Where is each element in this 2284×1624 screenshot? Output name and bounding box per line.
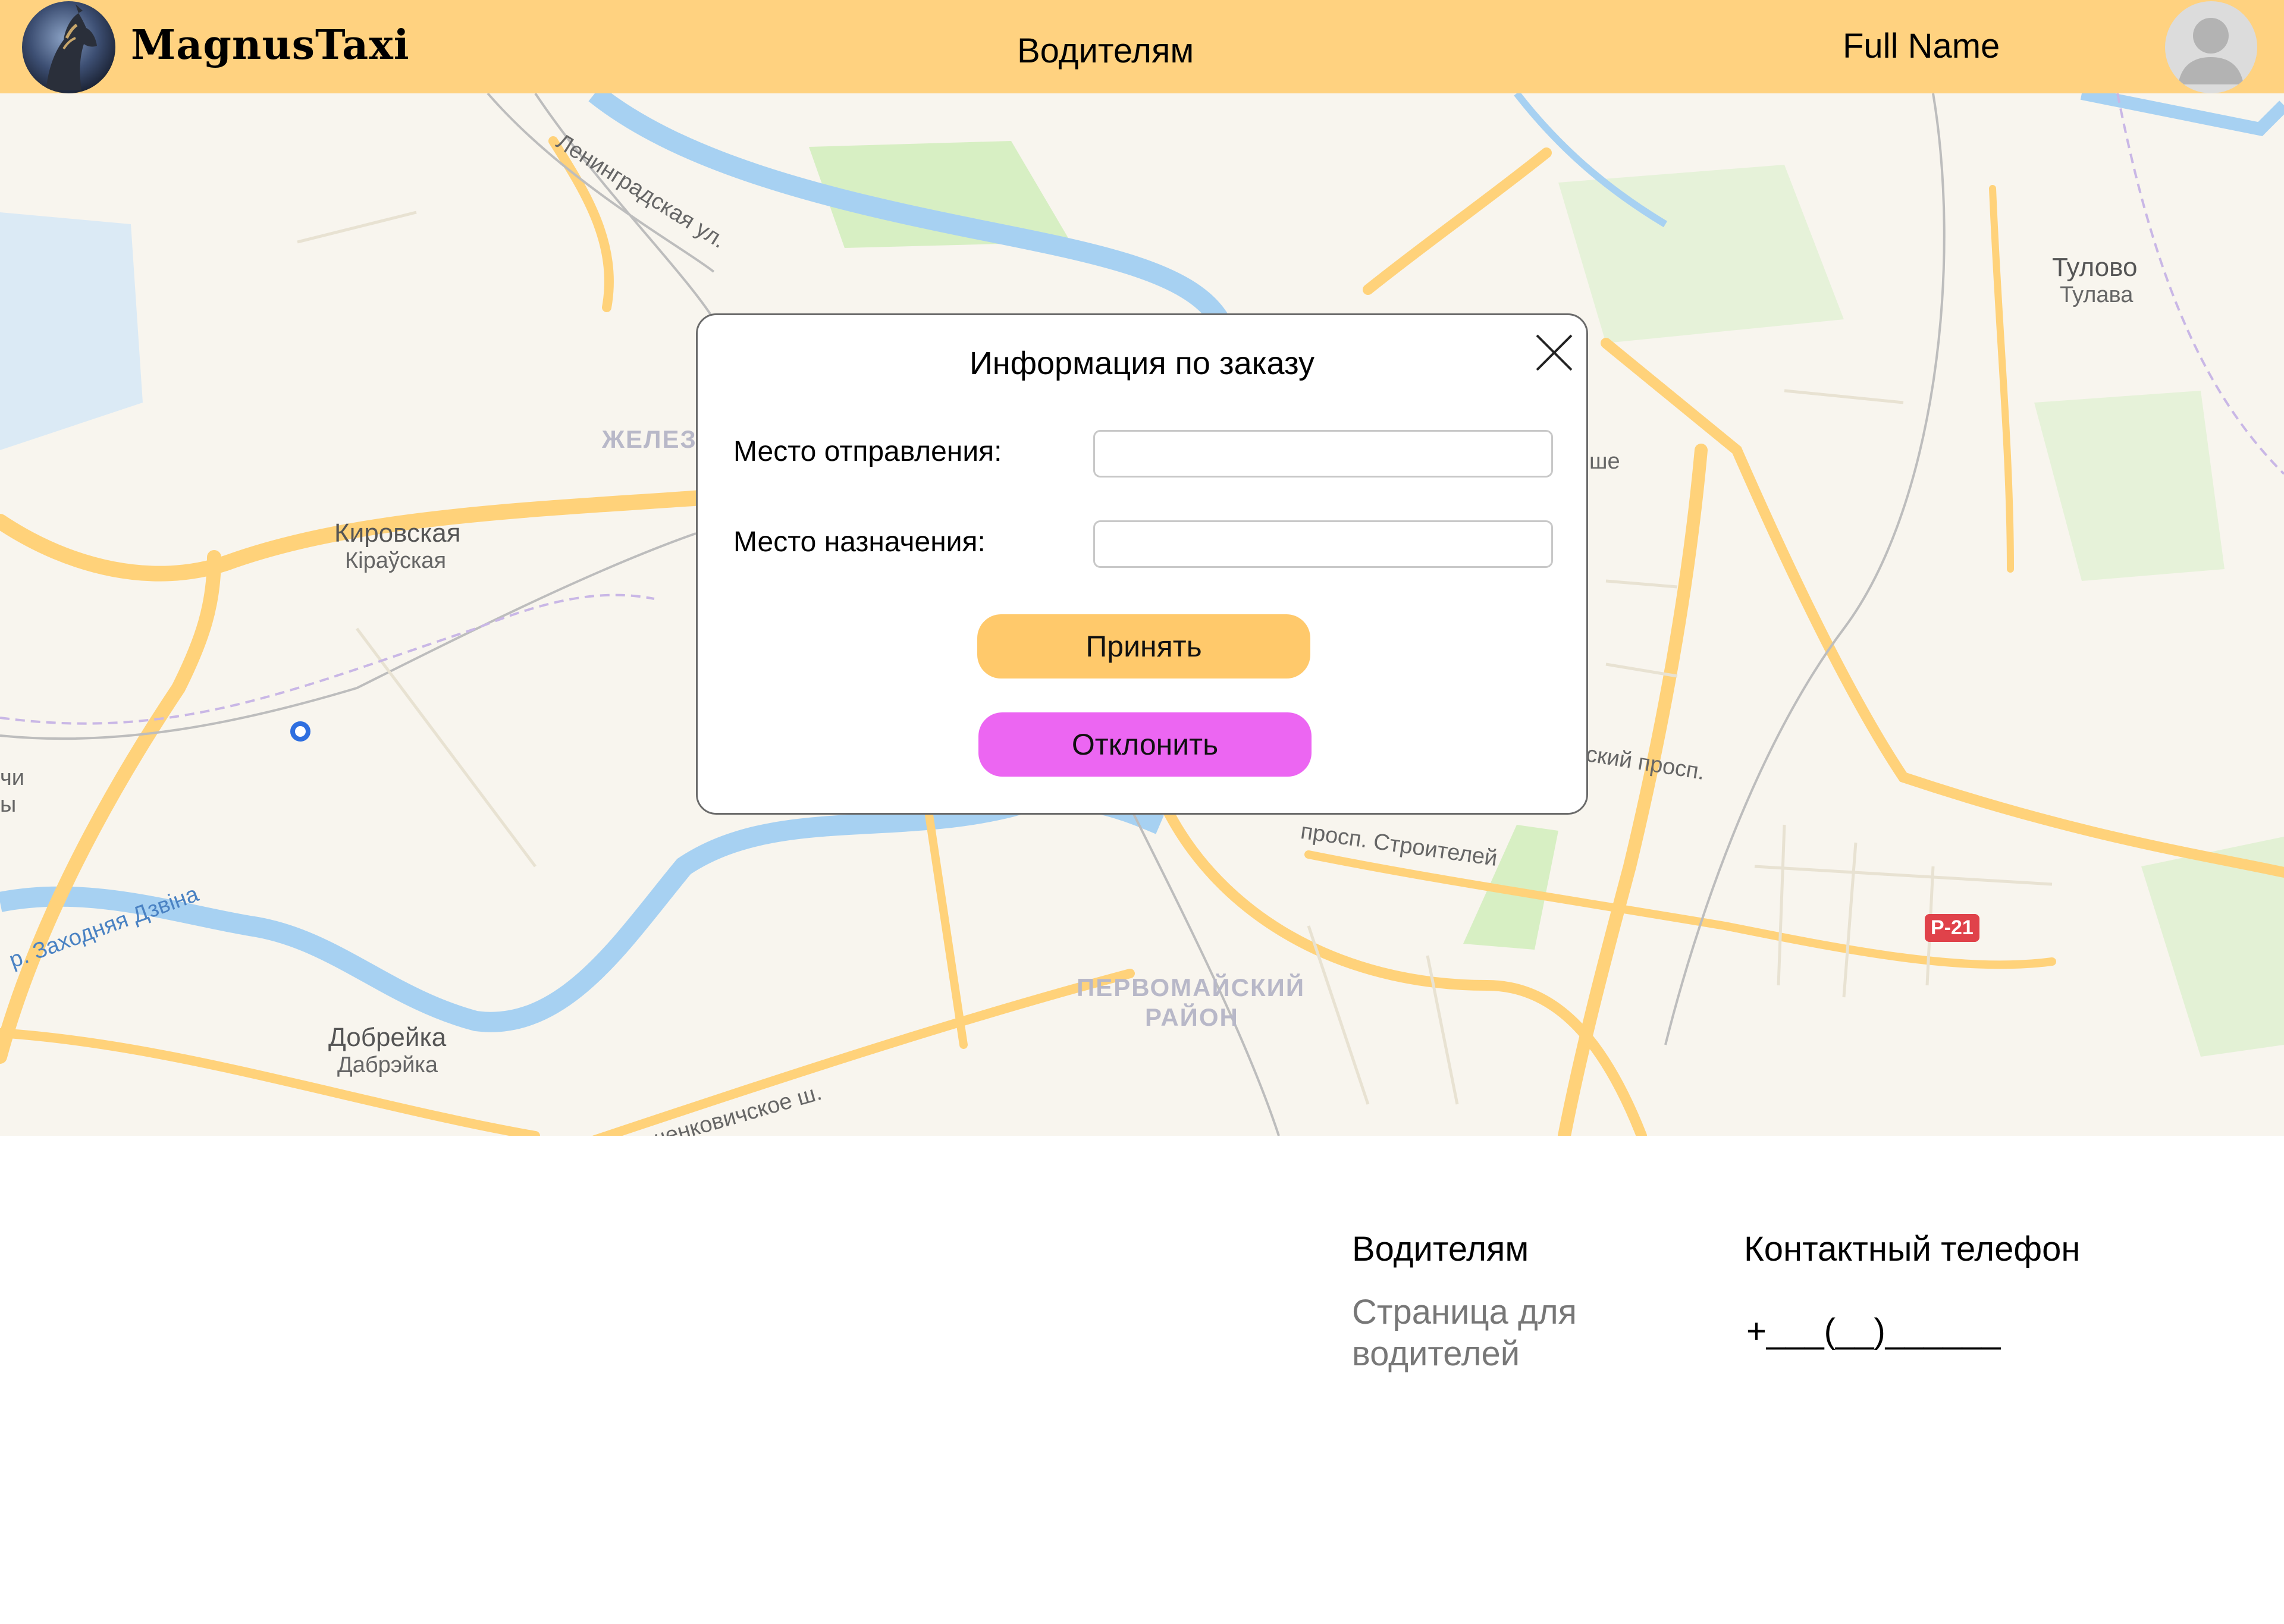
map-label: Кировская [334,519,461,548]
park-area [2034,391,2225,581]
footer-phone[interactable]: +___(__)______ [1746,1311,2000,1351]
horse-logo-icon [46,4,97,90]
map-label: чи [0,765,25,790]
departure-input[interactable] [1093,430,1553,478]
footer-drivers-heading[interactable]: Водителям [1352,1229,1529,1269]
map-label: Тулово [2052,253,2138,282]
brand-name[interactable]: MagnusTaxi [131,21,410,69]
footer-drivers-link[interactable]: Страница для водителей [1352,1292,1661,1375]
location-marker-icon[interactable] [290,721,310,742]
map-label: Дабрэйка [337,1053,438,1078]
map-label: ы [0,792,17,817]
destination-input[interactable] [1093,520,1553,568]
decline-button[interactable]: Отклонить [978,712,1312,777]
map-label: Добрейка [328,1023,447,1052]
lake-area [0,212,143,450]
logo[interactable] [22,1,115,93]
destination-label: Место назначения: [733,526,986,558]
map-label: Кіраўская [345,548,447,573]
order-info-dialog: Информация по заказу Место отправления: … [696,313,1588,815]
map-label: ЖЕЛЕЗ [602,425,697,453]
map-label: ше [1589,449,1620,474]
road-badge: P-21 [1925,914,1979,942]
river [2080,93,2284,136]
departure-label: Место отправления: [733,436,1002,467]
user-silhouette-icon [2178,18,2244,84]
avatar[interactable] [2165,1,2257,93]
footer-contact-heading: Контактный телефон [1744,1230,2081,1268]
accept-button[interactable]: Принять [977,614,1310,679]
map-label: Тулава [2060,282,2134,307]
nav-link-drivers[interactable]: Водителям [1017,31,1194,71]
map-label: ПЕРВОМАЙСКИЙ [1077,973,1306,1001]
map-label: РАЙОН [1145,1003,1239,1031]
park-area [1558,165,1844,343]
user-name[interactable]: Full Name [1843,26,2000,66]
header-bar: MagnusTaxi Водителям Full Name [0,0,2284,93]
dialog-title: Информация по заказу [969,345,1315,381]
close-icon[interactable] [1533,332,1575,373]
